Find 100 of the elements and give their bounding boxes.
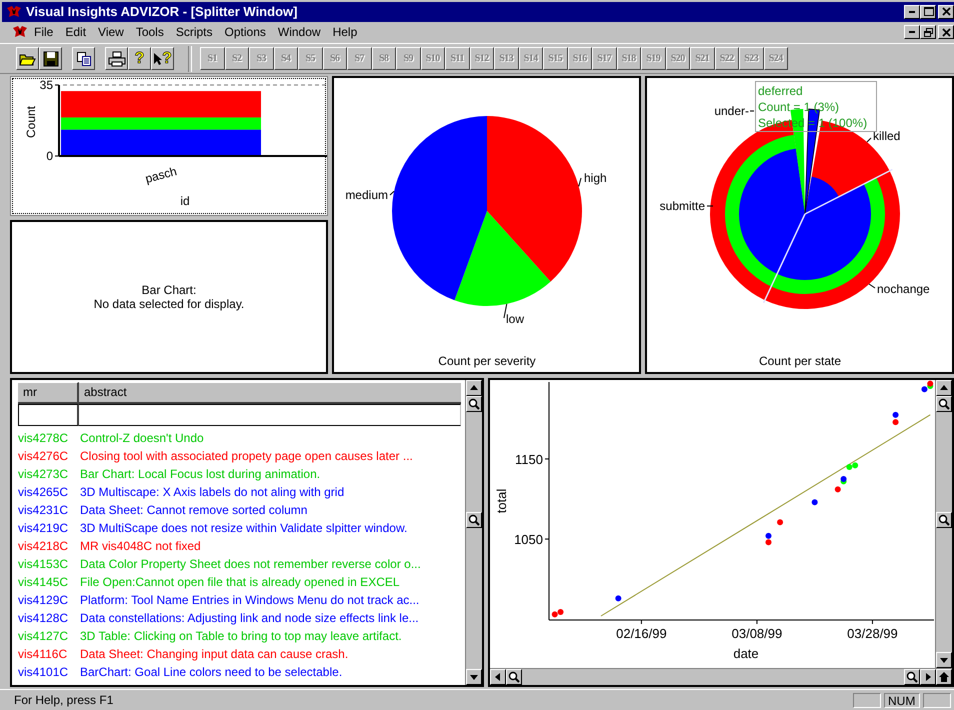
home-button[interactable] (936, 669, 952, 686)
scroll-up-button[interactable] (936, 380, 952, 396)
table-cell: MR vis4048C not fixed (80, 539, 201, 554)
app-icon (6, 4, 22, 19)
menu-item[interactable]: Edit (59, 25, 92, 40)
tick-label: 0 (46, 149, 53, 164)
vertical-scrollbar[interactable] (465, 380, 482, 686)
axis-title: Count (24, 106, 38, 138)
close-button[interactable] (938, 25, 954, 40)
arrow-down-icon (469, 672, 479, 682)
app-icon (12, 25, 28, 40)
menu-item[interactable]: File (28, 25, 60, 40)
horizontal-scrollbar[interactable] (490, 668, 952, 686)
menu-item[interactable]: Help (326, 25, 364, 40)
zoom-button[interactable] (466, 512, 482, 528)
table-cell-text: vis4128C (18, 611, 70, 626)
open-button[interactable] (16, 47, 39, 70)
scroll-left-button[interactable] (490, 669, 506, 686)
table-cell-text: vis4218C (18, 539, 70, 554)
table-cell: 3D Multiscape: X Axis labels do not aling with grid (80, 485, 344, 500)
message-text: No data selected for display. (94, 297, 244, 312)
column-header[interactable]: mr (18, 382, 79, 402)
table-cell: Data Color Property Sheet does not remember reverse color o... (80, 557, 421, 572)
tick-label: 03/08/99 (732, 626, 782, 642)
copy-button[interactable] (72, 47, 95, 70)
arrow-down-icon (939, 655, 949, 666)
menu-item[interactable]: Scripts (170, 25, 219, 40)
copy-icon (76, 50, 92, 67)
tick-label: 35 (40, 78, 53, 92)
pointer-icon (153, 52, 162, 66)
status-text: For Help, press F1 (14, 693, 114, 708)
scroll-down-button[interactable] (936, 652, 952, 668)
slice-label: killed (873, 129, 900, 144)
context-help-button[interactable]: ? (151, 47, 174, 70)
slice-label: nochange (877, 282, 930, 296)
table-cell: BarChart: Goal Line colors need to be selectable. (80, 665, 342, 680)
status-pane: NUM (884, 692, 920, 708)
filter-field[interactable] (79, 404, 461, 426)
close-button[interactable] (938, 4, 954, 19)
filter-field[interactable] (18, 404, 79, 426)
axis-title: date (733, 646, 759, 662)
vertical-scrollbar[interactable] (935, 380, 952, 668)
zoom-button[interactable] (466, 396, 482, 412)
magnifier-icon (938, 398, 950, 410)
arrow-left-icon (493, 672, 503, 682)
table-cell-text: vis4153C (18, 557, 70, 572)
tick-label: 03/28/99 (847, 626, 898, 642)
table-cell-text: vis4273C (18, 467, 70, 482)
table-cell: Data Sheet: Cannot remove sorted column (80, 503, 308, 518)
table-cell-text: vis4219C (18, 521, 70, 536)
scroll-right-button[interactable] (920, 669, 936, 686)
table-cell: File Open:Cannot open file that is already opened in EXCEL (80, 575, 400, 590)
table-cell-text: vis4129C (18, 593, 70, 608)
menu-item[interactable]: View (92, 25, 130, 40)
axis-title: total (494, 489, 509, 514)
axis-title: id (180, 194, 190, 208)
printer-icon (108, 50, 126, 67)
table-cell: Platform: Tool Name Entries in Windows Menu do not track ac... (80, 593, 420, 608)
magnifier-icon (508, 671, 520, 684)
scroll-down-button[interactable] (466, 669, 482, 686)
minimize-button[interactable] (904, 25, 920, 40)
restore-icon (922, 26, 934, 38)
table-cell: 3D Table: Clicking on Table to bring to top may leave artifact. (80, 629, 402, 644)
window-title: Visual Insights ADVIZOR - [Splitter Window] (26, 4, 298, 20)
message-text: Bar Chart: (142, 283, 196, 298)
close-icon (940, 6, 952, 18)
table-cell: Data constellations: Adjusting link and node size effects link le... (80, 611, 419, 626)
magnifier-icon (906, 671, 918, 684)
maximize-button[interactable] (920, 4, 936, 19)
zoom-button[interactable] (506, 669, 522, 686)
slice-label: submitte (660, 199, 705, 214)
arrow-right-icon (923, 672, 933, 682)
magnifier-icon (468, 398, 480, 410)
print-button[interactable] (105, 47, 128, 70)
zoom-button[interactable] (936, 512, 952, 528)
column-header[interactable]: abstract (79, 382, 461, 402)
house-icon (939, 672, 949, 682)
menu-item[interactable]: Options (218, 25, 272, 40)
slice-label: medium (345, 188, 388, 202)
status-pane (853, 692, 881, 708)
table-cell-text: vis4145C (18, 575, 70, 590)
table-cell-text: vis4278C (18, 431, 70, 446)
table-cell: Closing tool with associated propety page open causes later ... (80, 449, 413, 464)
save-button[interactable] (39, 47, 62, 70)
minimize-button[interactable] (904, 4, 920, 19)
scroll-up-button[interactable] (466, 380, 482, 396)
zoom-button[interactable] (936, 396, 952, 412)
restore-button[interactable] (920, 25, 936, 40)
zoom-button[interactable] (904, 669, 920, 686)
help-button[interactable]: ? (128, 47, 151, 70)
table-cell: Control-Z doesn't Undo (80, 431, 204, 446)
table-cell-text: vis4127C (18, 629, 70, 644)
menu-item[interactable]: Window (272, 25, 327, 40)
status-pane (923, 692, 951, 708)
table-cell-text: vis4231C (18, 503, 70, 518)
menu-item[interactable]: Tools (130, 25, 170, 40)
chart-title: Count per severity (438, 354, 536, 368)
table-cell-text: vis4116C (18, 647, 68, 662)
close-icon (940, 26, 952, 38)
tooltip-text: deferred (758, 84, 803, 98)
